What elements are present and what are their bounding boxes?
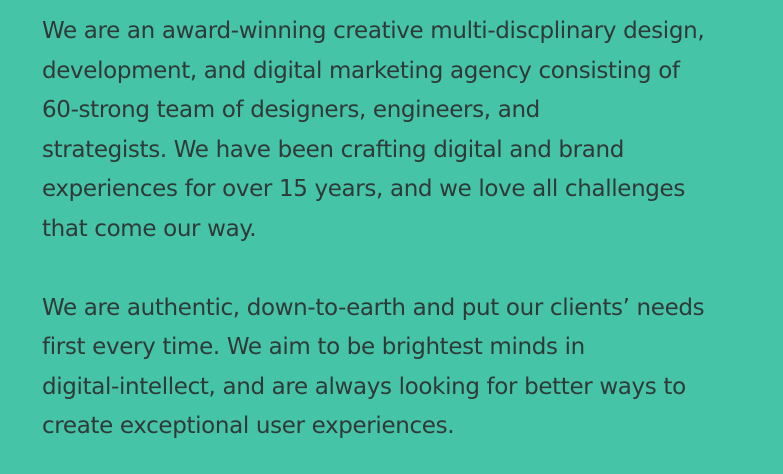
paragraph-line: strategists. We have been crafting digit… <box>42 136 624 163</box>
paragraph-line: We are an award-winning creative multi-d… <box>42 18 705 44</box>
about-text-section: We are an award-winning creative multi-d… <box>42 12 777 447</box>
paragraph-line: that come our way. <box>42 215 257 242</box>
paragraph-line: 60-strong team of designers, engineers, … <box>42 97 540 123</box>
paragraph-line: We are authentic, down-to-earth and put … <box>42 294 705 321</box>
paragraph-line: experiences for over 15 years, and we lo… <box>42 176 685 202</box>
paragraph-line: first every time. We aim to be brightest… <box>42 334 585 360</box>
about-paragraph-1: We are an award-winning creative multi-d… <box>42 12 777 249</box>
paragraph-line: development, and digital marketing agenc… <box>42 57 680 84</box>
paragraph-line: create exceptional user experiences. <box>42 413 455 439</box>
about-paragraph-2: We are authentic, down-to-earth and put … <box>42 289 777 447</box>
paragraph-line: digital-intellect, and are always lookin… <box>42 373 686 400</box>
